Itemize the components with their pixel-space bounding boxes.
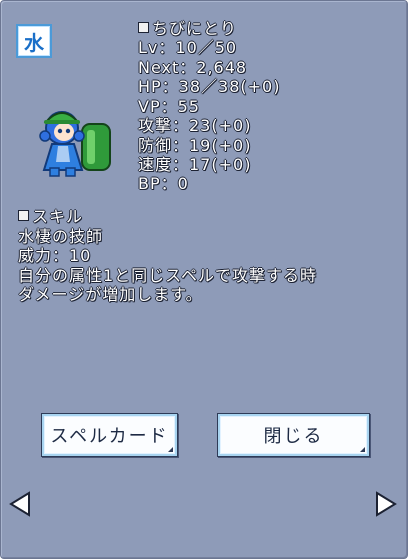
close-button[interactable]: 閉じる [217,413,370,457]
stat-level: Lv：10／50 [138,38,238,57]
skill-name: 水棲の技師 [18,227,104,246]
stat-speed: 速度：17(+0) [138,155,252,174]
stat-attack: 攻撃：23(+0) [138,116,252,135]
corner-marker-icon [168,447,173,452]
right-arrow-icon[interactable] [373,491,399,517]
bullet-icon [138,22,149,33]
stat-defense: 防御：19(+0) [138,136,252,155]
stat-hp: HP：38／38(+0) [138,77,281,96]
water-element-icon: 水 [16,24,52,58]
stat-bp: BP：0 [138,174,189,193]
character-name: ちびにとり [138,19,237,39]
spellcard-button[interactable]: スペルカード [41,413,178,457]
corner-marker-icon [360,447,365,452]
left-arrow-icon[interactable] [7,491,33,517]
skill-description-line2: ダメージが増加します。 [18,285,203,304]
close-button-label: 閉じる [263,426,324,447]
bullet-icon [18,210,29,221]
character-portrait [39,111,111,177]
skill-power: 威力：10 [18,246,92,265]
spellcard-button-label: スペルカード [50,426,169,447]
element-label: 水 [24,30,44,55]
stat-vp: VP：55 [138,97,200,116]
stat-next: Next：2,648 [138,58,248,77]
skill-header: スキル [18,207,83,227]
skill-description-line1: 自分の属性1と同じスペルで攻撃する時 [18,266,318,285]
